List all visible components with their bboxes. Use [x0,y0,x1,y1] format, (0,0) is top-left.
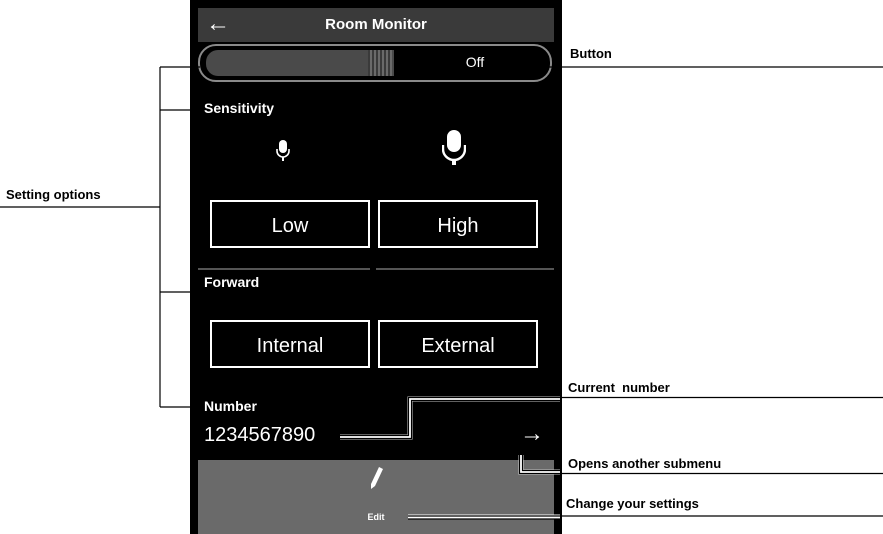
callout-change-settings: Change your settings [566,496,699,511]
callout-button: Button [570,46,612,61]
callout-current-number: Current number [568,380,670,395]
callout-setting-options: Setting options [6,187,101,202]
annotation-lines [0,66,883,520]
callout-opens-submenu: Opens another submenu [568,456,722,471]
